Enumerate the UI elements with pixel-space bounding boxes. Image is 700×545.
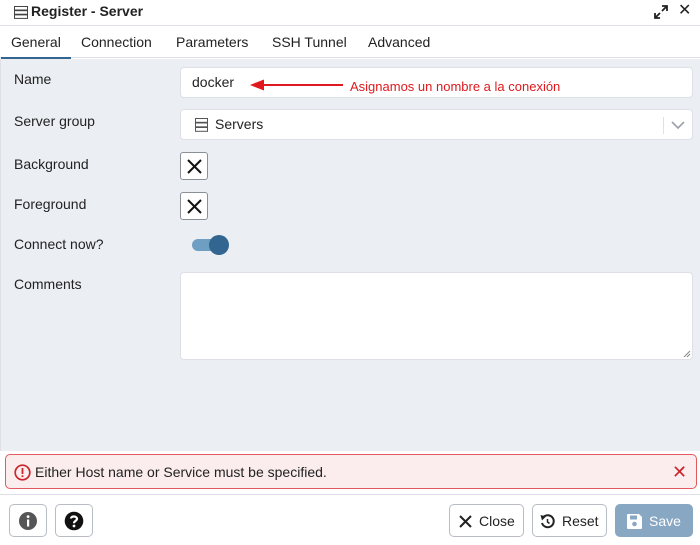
tab-parameters[interactable]: Parameters (176, 34, 248, 50)
help-button[interactable] (55, 504, 93, 537)
tab-advanced[interactable]: Advanced (368, 34, 430, 50)
toggle-knob (209, 235, 229, 255)
tab-general[interactable]: General (1, 34, 71, 60)
error-message: Either Host name or Service must be spec… (35, 464, 327, 480)
dialog-footer: Close Reset Save (0, 494, 700, 545)
reset-icon (540, 514, 555, 529)
server-group-value: Servers (215, 116, 264, 132)
connect-now-toggle[interactable] (192, 235, 230, 255)
x-icon (187, 199, 202, 214)
close-icon (459, 515, 472, 528)
reset-button[interactable]: Reset (532, 504, 607, 537)
window-title: Register - Server (31, 3, 144, 19)
tab-ssh-tunnel[interactable]: SSH Tunnel (272, 34, 347, 50)
annotation-text: Asignamos un nombre a la conexión (350, 79, 561, 94)
database-icon (195, 118, 208, 132)
name-value: docker (192, 74, 235, 90)
close-button[interactable]: Close (449, 504, 524, 537)
reset-button-label: Reset (562, 513, 599, 529)
title-bar: Register - Server ✕ (0, 0, 700, 26)
server-icon (14, 6, 28, 19)
comments-label: Comments (14, 276, 82, 292)
close-button-label: Close (479, 513, 515, 529)
chevron-down-icon[interactable] (671, 119, 685, 131)
help-icon (64, 511, 84, 531)
info-button[interactable] (9, 504, 47, 537)
foreground-label: Foreground (14, 196, 87, 212)
comments-textarea[interactable] (180, 272, 693, 360)
tab-bar: General Connection Parameters SSH Tunnel… (0, 27, 700, 60)
save-button[interactable]: Save (615, 504, 693, 537)
expand-icon[interactable] (653, 4, 669, 20)
server-group-label: Server group (14, 113, 95, 129)
foreground-color-picker[interactable] (180, 192, 208, 220)
dismiss-error-icon[interactable]: ✕ (672, 462, 687, 482)
background-label: Background (14, 156, 89, 172)
annotation-arrow (250, 79, 343, 91)
error-banner: Either Host name or Service must be spec… (5, 454, 697, 489)
close-icon[interactable]: ✕ (678, 2, 691, 20)
resize-grip-icon[interactable] (682, 349, 691, 358)
select-divider (663, 117, 664, 134)
server-group-select[interactable]: Servers (180, 109, 693, 140)
name-label: Name (14, 71, 52, 87)
save-icon (627, 514, 642, 529)
error-icon (14, 464, 31, 481)
connect-now-label: Connect now? (14, 236, 104, 252)
save-button-label: Save (649, 513, 681, 529)
background-color-picker[interactable] (180, 152, 208, 180)
x-icon (187, 159, 202, 174)
info-icon (19, 512, 37, 530)
tab-connection[interactable]: Connection (81, 34, 152, 50)
